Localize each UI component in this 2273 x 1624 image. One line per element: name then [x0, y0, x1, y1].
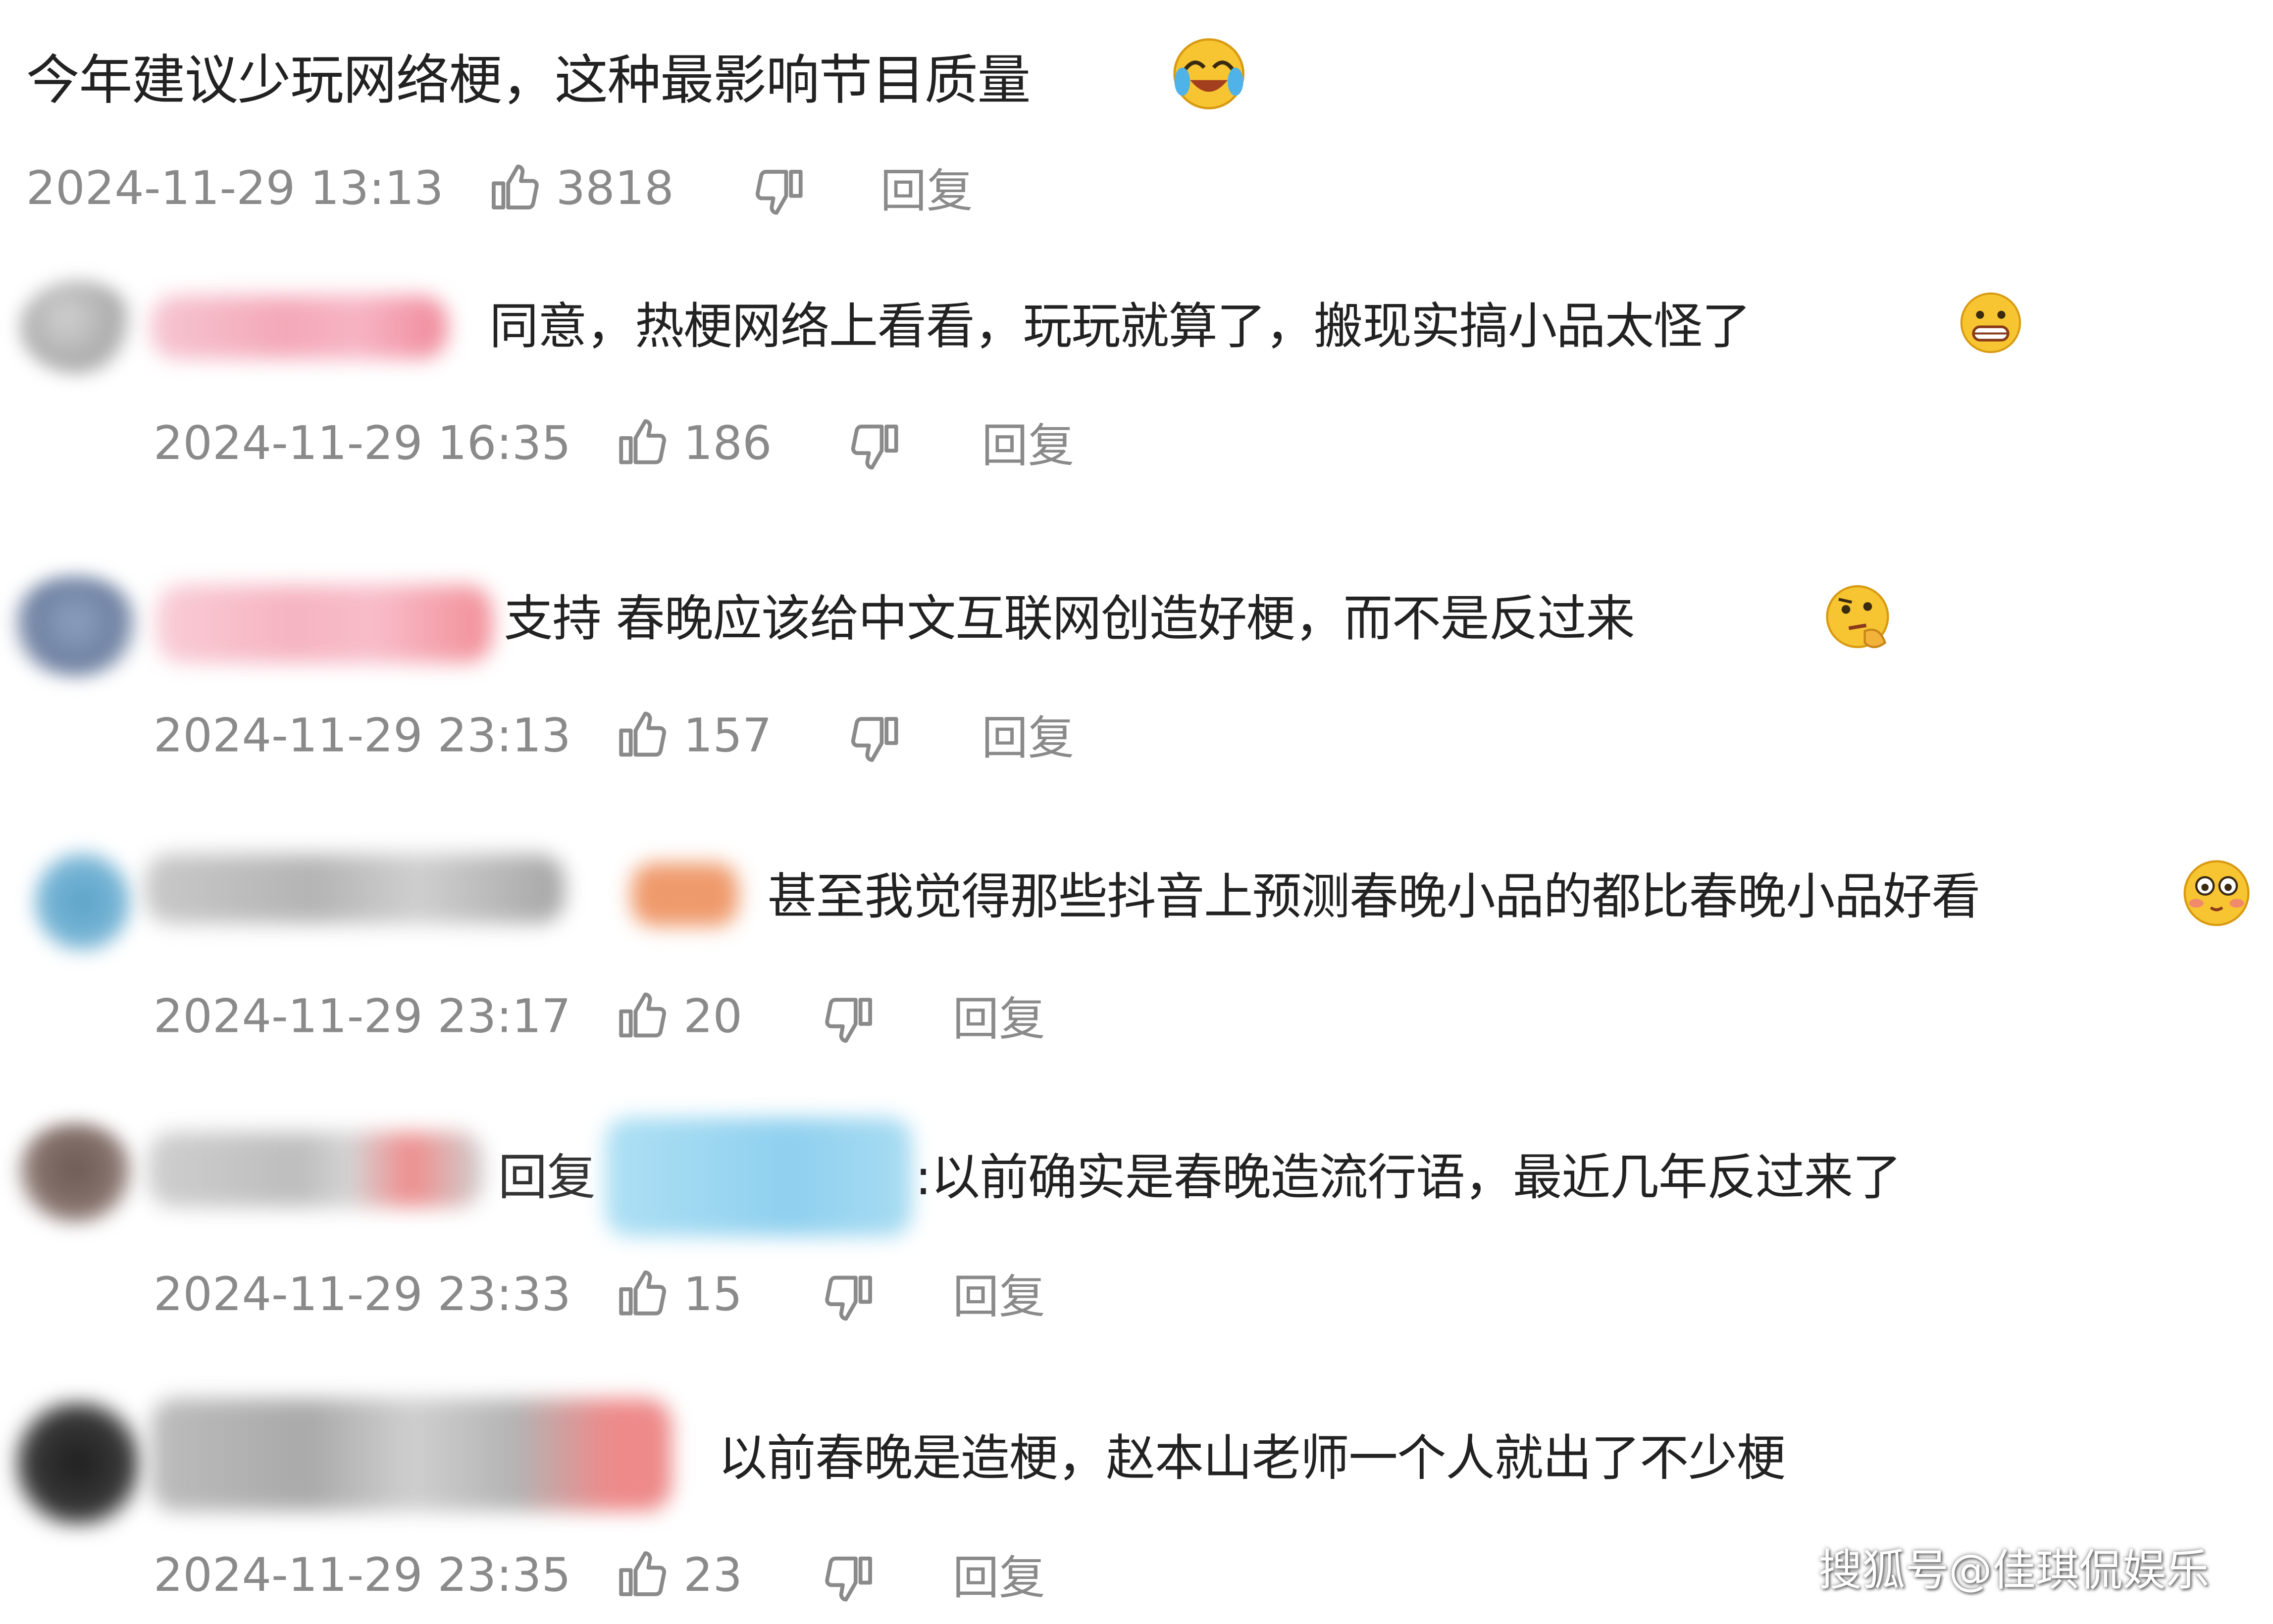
reply-button[interactable]: 回复: [982, 414, 1074, 478]
reply-button[interactable]: 回复: [953, 987, 1045, 1051]
reply-meta: 2024-11-29 23:33 15 回复: [154, 1262, 1196, 1326]
reply-button[interactable]: 回复: [982, 707, 1074, 770]
username: [156, 585, 493, 663]
blushing-emoji: [2183, 860, 2250, 926]
like-count: 3818: [556, 160, 674, 216]
reply-text: 同意，热梗网络上看看，玩玩就算了，搬现实搞小品太怪了: [489, 298, 1751, 356]
reply-button[interactable]: 回复: [953, 1265, 1045, 1329]
top-comment-meta: 2024-11-29 13:13 3818 回复: [26, 156, 1069, 220]
like-count: 157: [683, 708, 772, 763]
comment-timestamp: 2024-11-29 23:33: [153, 1267, 571, 1322]
thumbs-up-icon: [619, 992, 666, 1038]
comment-timestamp: 2024-11-29 16:35: [153, 415, 571, 471]
reply-meta: 2024-11-29 23:17 20 回复: [154, 984, 1196, 1048]
like-button[interactable]: 3818: [486, 156, 674, 220]
like-button[interactable]: 20: [614, 984, 742, 1048]
username-badge: [631, 863, 739, 927]
avatar: [32, 848, 133, 956]
like-count: 15: [683, 1267, 742, 1322]
avatar: [8, 576, 142, 678]
like-count: 186: [683, 415, 772, 471]
avatar: [11, 1398, 145, 1529]
thumbs-down-icon: [825, 1556, 872, 1602]
dislike-button[interactable]: [820, 1268, 878, 1342]
like-button[interactable]: 186: [614, 411, 772, 475]
reply-text: :以前确实是春晚造流行语，最近几年反过来了: [915, 1149, 1902, 1208]
avatar: [14, 1123, 136, 1225]
thumbs-down-icon: [825, 1275, 872, 1321]
comment-timestamp: 2024-11-29 23:13: [153, 708, 571, 763]
dislike-button[interactable]: [820, 990, 878, 1064]
reply-meta: 2024-11-29 23:35 23 回复: [154, 1543, 1196, 1607]
thumbs-up-icon: [619, 1270, 666, 1316]
mentioned-username: [605, 1117, 912, 1236]
comment-timestamp: 2024-11-29 23:35: [153, 1547, 571, 1603]
comment-timestamp: 2024-11-29 13:13: [26, 160, 444, 216]
dislike-button[interactable]: [845, 710, 903, 783]
comment-thread: 今年建议少玩网络梗，这种最影响节目质量 2024-11-29 13:13 381…: [0, 0, 2273, 1624]
like-button[interactable]: 15: [614, 1262, 742, 1326]
dislike-button[interactable]: [845, 417, 903, 491]
thumbs-down-icon: [851, 717, 898, 762]
comment-timestamp: 2024-11-29 23:17: [153, 988, 571, 1044]
dislike-button[interactable]: [750, 162, 808, 236]
thumbs-down-icon: [851, 424, 898, 470]
username: [145, 854, 565, 924]
username: [148, 1132, 484, 1208]
reply-button[interactable]: 回复: [880, 159, 973, 223]
laughing-crying-emoji: [1173, 38, 1245, 109]
thumbs-up-icon: [619, 1551, 666, 1596]
reply-text: 支持 春晚应该给中文互联网创造好梗，而不是反过来: [504, 590, 1635, 649]
reply-meta: 2024-11-29 16:35 186 回复: [154, 411, 1196, 475]
like-count: 20: [683, 988, 742, 1044]
like-button[interactable]: 157: [614, 704, 772, 767]
thumbs-up-icon: [619, 419, 666, 464]
avatar: [20, 281, 136, 374]
like-button[interactable]: 23: [614, 1543, 742, 1607]
top-comment-text: 今年建议少玩网络梗，这种最影响节目质量: [26, 49, 1031, 112]
reply-text: 甚至我觉得那些抖音上预测春晚小品的都比春晚小品好看: [767, 868, 1981, 927]
grimace-emoji: [1960, 292, 2021, 354]
thumbs-up-icon: [619, 711, 666, 757]
like-count: 23: [683, 1547, 742, 1603]
reply-button[interactable]: 回复: [953, 1546, 1045, 1610]
username: [151, 1398, 672, 1512]
username: [151, 295, 448, 359]
reply-meta: 2024-11-29 23:13 157 回复: [154, 704, 1196, 767]
thumbs-up-icon: [492, 164, 539, 209]
thinking-emoji: [1826, 585, 1889, 649]
thumbs-down-icon: [755, 170, 803, 215]
reply-text: 回复: [498, 1149, 596, 1208]
dislike-button[interactable]: [820, 1549, 878, 1623]
reply-text: 以前春晚是造梗，赵本山老师一个人就出了不少梗: [718, 1430, 1786, 1488]
watermark: 搜狐号@佳琪侃娱乐: [1818, 1546, 2210, 1597]
thumbs-down-icon: [825, 998, 872, 1043]
